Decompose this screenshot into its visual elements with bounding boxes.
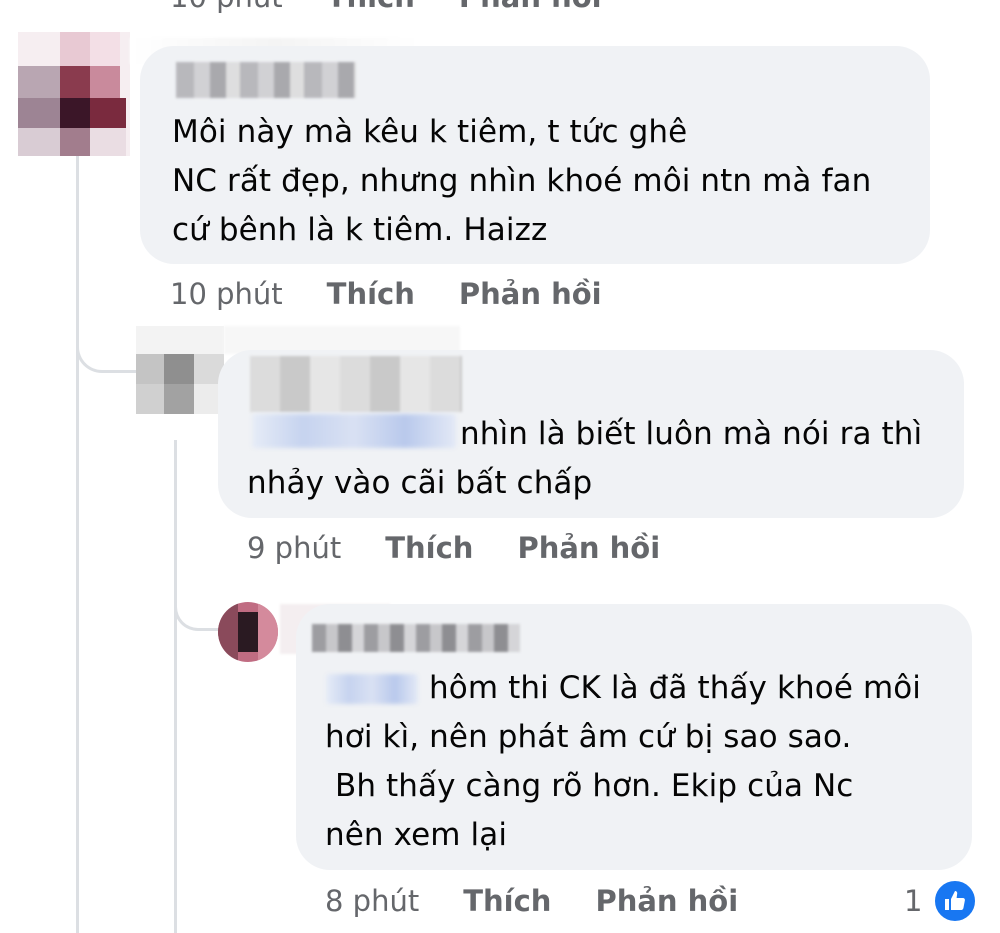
comment-time: 10 phút bbox=[170, 277, 283, 311]
thread-line-reply bbox=[174, 440, 177, 933]
comment-line: hơi kì, nên phát âm cứ bị sao sao. bbox=[325, 719, 852, 755]
comment-line: NC rất đẹp, nhưng nhìn khoé môi ntn mà f… bbox=[172, 163, 872, 199]
comment-actions: 8 phút Thích Phản hồi bbox=[325, 884, 738, 918]
comment-line: nhìn là biết luôn mà nói ra thì bbox=[247, 410, 922, 459]
avatar[interactable] bbox=[18, 32, 130, 156]
thread-line-main bbox=[76, 150, 79, 933]
comment-line-text: nhìn là biết luôn mà nói ra thì bbox=[460, 416, 923, 452]
thread-branch-1 bbox=[76, 330, 139, 373]
thumbs-up-icon bbox=[932, 878, 978, 924]
comment-text: hôm thi CK là đã thấy khoé môi hơi kì, n… bbox=[325, 664, 921, 860]
author-name-redacted-2 bbox=[176, 62, 356, 98]
avatar[interactable] bbox=[136, 326, 224, 414]
previous-comment-time: 10 phút bbox=[170, 0, 283, 14]
comment-line-text: hôm thi CK là đã thấy khoé môi bbox=[429, 670, 922, 706]
comment-line: Bh thấy càng rõ hơn. Ekip của Nc bbox=[325, 768, 854, 804]
author-name-redacted-2 bbox=[312, 624, 520, 652]
comment-text: Môi này mà kêu k tiêm, t tức ghê NC rất … bbox=[172, 108, 871, 255]
comment-line: Môi này mà kêu k tiêm, t tức ghê bbox=[172, 114, 688, 150]
previous-comment-actions: 10 phút Thích Phản hồi bbox=[170, 0, 602, 14]
reaction-count: 1 bbox=[904, 884, 923, 918]
reply-link[interactable]: Phản hồi bbox=[595, 884, 738, 918]
previous-like-link[interactable]: Thích bbox=[327, 0, 415, 14]
reply-link[interactable]: Phản hồi bbox=[459, 277, 602, 311]
comment-actions: 9 phút Thích Phản hồi bbox=[247, 531, 660, 565]
like-link[interactable]: Thích bbox=[385, 531, 473, 565]
like-link[interactable]: Thích bbox=[327, 277, 415, 311]
reaction-summary[interactable]: 1 bbox=[904, 878, 980, 924]
comment-actions: 10 phút Thích Phản hồi bbox=[170, 277, 602, 311]
reply-link[interactable]: Phản hồi bbox=[517, 531, 660, 565]
author-name-redacted-2 bbox=[250, 356, 462, 412]
comment-line: nhảy vào cãi bất chấp bbox=[247, 465, 593, 501]
comment-line: nên xem lại bbox=[325, 817, 508, 853]
comment-text: nhìn là biết luôn mà nói ra thì nhảy vào… bbox=[247, 410, 922, 508]
comment-time: 9 phút bbox=[247, 531, 342, 565]
comment-line: cứ bênh là k tiêm. Haizz bbox=[172, 212, 548, 248]
thread-branch-2 bbox=[174, 590, 221, 631]
comment-time: 8 phút bbox=[325, 884, 420, 918]
comment-line: hôm thi CK là đã thấy khoé môi bbox=[325, 664, 921, 713]
previous-reply-link[interactable]: Phản hồi bbox=[459, 0, 602, 14]
like-link[interactable]: Thích bbox=[463, 884, 551, 918]
avatar[interactable] bbox=[218, 602, 278, 662]
